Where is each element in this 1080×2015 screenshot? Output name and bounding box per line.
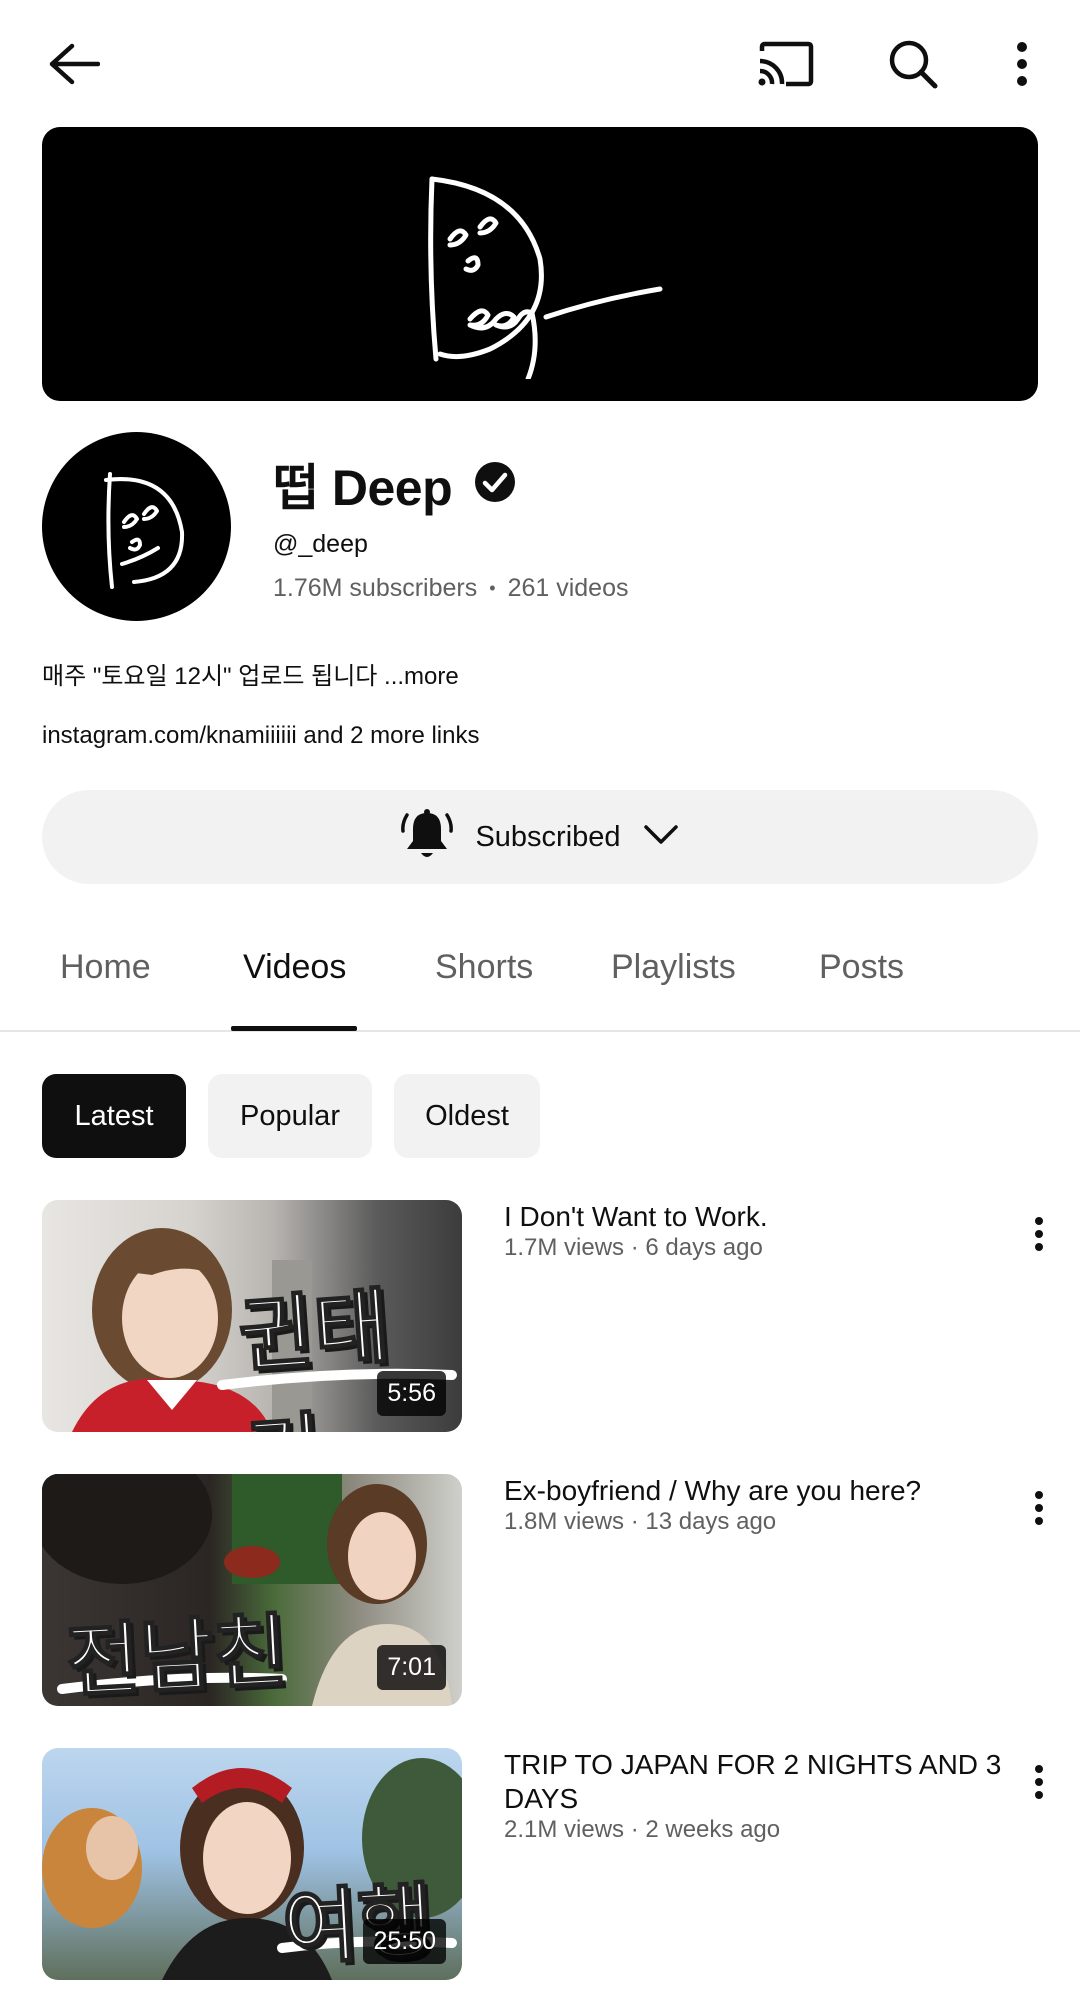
active-tab-indicator: [231, 1026, 357, 1031]
video-count: 261 videos: [507, 574, 629, 602]
video-item[interactable]: 귄태기 5:56 I Don't Want to Work. 1.7M view…: [0, 1200, 1080, 1432]
search-icon[interactable]: [880, 32, 946, 96]
video-title[interactable]: I Don't Want to Work.: [504, 1200, 1004, 1234]
more-vert-icon[interactable]: [1024, 1752, 1054, 1812]
subscribed-button[interactable]: Subscribed: [42, 790, 1038, 884]
video-thumbnail[interactable]: 귄태기 5:56: [42, 1200, 462, 1432]
chip-oldest[interactable]: Oldest: [394, 1074, 540, 1158]
video-title[interactable]: TRIP TO JAPAN FOR 2 NIGHTS AND 3 DAYS: [504, 1748, 1004, 1816]
tab-videos[interactable]: Videos: [243, 948, 346, 987]
subscribed-label: Subscribed: [475, 820, 621, 853]
video-meta: 2.1M views · 2 weeks ago: [504, 1816, 781, 1843]
chevron-down-icon: [643, 824, 679, 851]
verified-check-icon: [474, 461, 516, 508]
channel-name: 떱 Deep: [273, 460, 453, 516]
bell-icon: [401, 807, 454, 868]
more-vert-icon[interactable]: [1024, 1204, 1054, 1264]
video-meta: 1.8M views · 13 days ago: [504, 1508, 777, 1535]
top-app-bar: [0, 0, 1080, 128]
channel-handle: @_deep: [273, 530, 368, 558]
tab-shorts[interactable]: Shorts: [435, 948, 533, 987]
channel-title-row: 떱 Deep: [273, 452, 516, 516]
channel-stats: 1.76M subscribers • 261 videos: [273, 574, 629, 603]
back-arrow-icon[interactable]: [42, 32, 106, 96]
tab-playlists[interactable]: Playlists: [611, 948, 736, 987]
channel-links[interactable]: instagram.com/knamiiiiii and 2 more link…: [42, 722, 479, 750]
video-thumbnail[interactable]: 여행 25:50: [42, 1748, 462, 1980]
cast-icon[interactable]: [752, 32, 818, 96]
video-duration: 5:56: [377, 1371, 446, 1416]
description-more-link[interactable]: ...more: [377, 663, 459, 690]
video-meta: 1.7M views · 6 days ago: [504, 1234, 763, 1261]
tab-home[interactable]: Home: [60, 948, 151, 987]
more-vert-icon[interactable]: [1024, 1478, 1054, 1538]
thumbnail-caption: 전남친: [63, 1603, 290, 1706]
tab-posts[interactable]: Posts: [819, 948, 904, 987]
description-text: 매주 "토요일 12시" 업로드 됩니다: [42, 663, 378, 690]
video-item[interactable]: 여행 25:50 TRIP TO JAPAN FOR 2 NIGHTS AND …: [0, 1748, 1080, 1980]
channel-banner: [42, 127, 1038, 401]
chip-popular[interactable]: Popular: [208, 1074, 372, 1158]
video-duration: 25:50: [363, 1919, 446, 1964]
chip-latest[interactable]: Latest: [42, 1074, 186, 1158]
video-title[interactable]: Ex-boyfriend / Why are you here?: [504, 1474, 1004, 1508]
channel-tabs: Home Videos Shorts Playlists Posts: [0, 920, 1080, 1032]
channel-description[interactable]: 매주 "토요일 12시" 업로드 됩니다 ...more: [42, 656, 459, 691]
channel-avatar[interactable]: [42, 432, 231, 621]
subscriber-count: 1.76M subscribers: [273, 574, 478, 602]
video-thumbnail[interactable]: 전남친 7:01: [42, 1474, 462, 1706]
video-item[interactable]: 전남친 7:01 Ex-boyfriend / Why are you here…: [0, 1474, 1080, 1706]
video-duration: 7:01: [377, 1645, 446, 1690]
more-vert-icon[interactable]: [1002, 32, 1042, 96]
stats-separator: •: [489, 578, 496, 598]
deep-logo: [428, 176, 663, 379]
